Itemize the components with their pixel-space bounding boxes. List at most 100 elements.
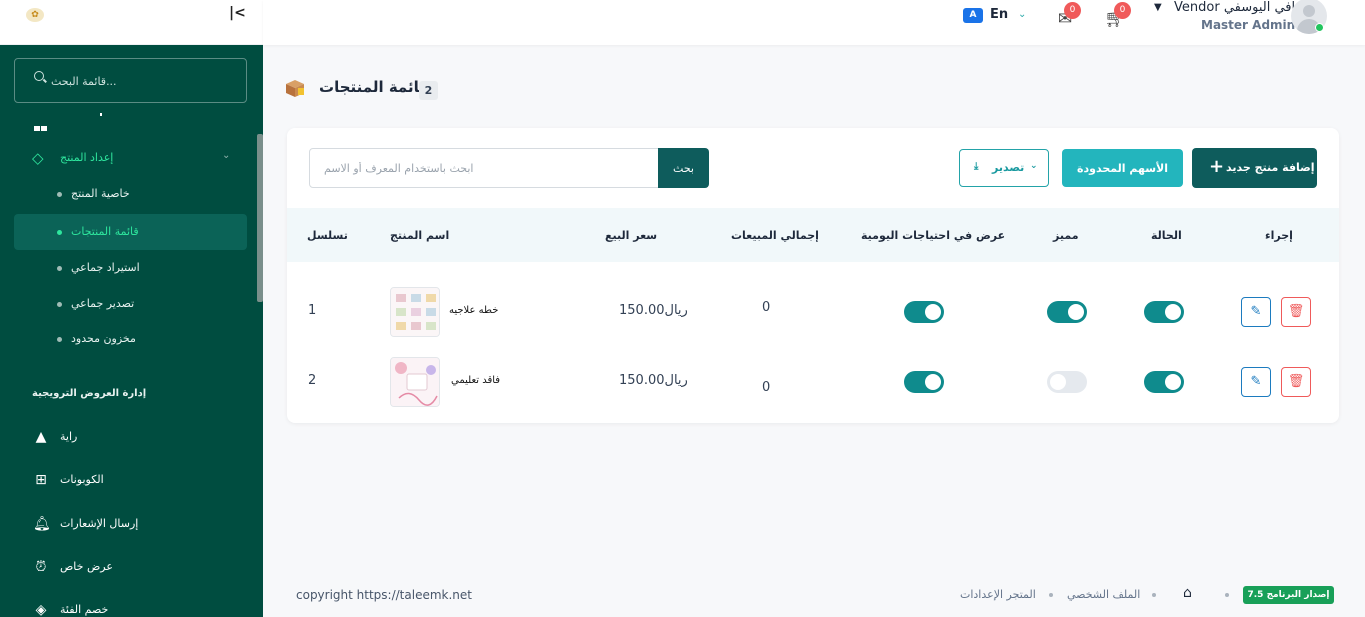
- bullet-icon: [57, 266, 62, 271]
- product-thumbnail[interactable]: [390, 357, 440, 407]
- product-price: 150.00ريال: [619, 373, 688, 388]
- status-toggle[interactable]: [1144, 371, 1184, 393]
- page-title: قائمة المنتجات: [319, 78, 430, 96]
- bullet-icon: [57, 230, 62, 235]
- bullet-icon: [57, 192, 62, 197]
- sidebar-group-product-setup[interactable]: ◇ إعداد المنتج ⌄: [0, 145, 263, 169]
- layers-icon: ◈: [35, 602, 47, 617]
- sidebar-item-label: راية: [60, 430, 78, 443]
- sidebar-item-product-list[interactable]: قائمة المنتجات: [14, 214, 247, 250]
- sidebar-item-label: عرض خاص: [60, 560, 113, 573]
- delete-button[interactable]: 🗑︎: [1281, 297, 1311, 327]
- language-code: En: [990, 7, 1009, 22]
- row-serial: 1: [308, 303, 317, 318]
- bullet-icon: [57, 302, 62, 307]
- dashboard-icon[interactable]: [34, 116, 48, 131]
- sidebar-item-bulk-import[interactable]: استيراد جماعي: [14, 250, 247, 286]
- bullet-icon: [57, 337, 62, 342]
- plus-icon: +: [1209, 156, 1225, 177]
- user-name[interactable]: Vendor وافي اليوسفي: [1174, 0, 1301, 15]
- sidebar-item-bulk-export[interactable]: تصدير جماعي: [14, 286, 247, 322]
- featured-toggle[interactable]: [1047, 371, 1087, 393]
- export-button[interactable]: ⤓ تصدير ⌄: [959, 149, 1049, 187]
- sidebar-item-special-offer[interactable]: ⏰︎ عرض خاص: [0, 552, 263, 582]
- column-header: إجمالي المبيعات: [731, 229, 819, 242]
- gift-icon: ⊞: [35, 472, 47, 488]
- column-header: مميز: [1053, 229, 1079, 242]
- breadcrumb-separator: [1049, 593, 1053, 597]
- product-box-icon: [286, 80, 304, 97]
- messages-button[interactable]: ✉ 0: [1054, 2, 1081, 31]
- column-header: اسم المنتج: [390, 229, 450, 242]
- sidebar-menu: ◇ إعداد المنتج ⌄ خاصية المنتج قائمة المن…: [0, 45, 263, 617]
- trash-icon: 🗑︎: [1287, 374, 1305, 389]
- user-role: Master Admin: [1201, 18, 1296, 32]
- column-header: إجراء: [1265, 229, 1293, 242]
- collapse-left-icon[interactable]: |<: [229, 5, 246, 21]
- sidebar-item-label: خاصية المنتج: [71, 187, 130, 200]
- sidebar-scrollbar[interactable]: [257, 134, 263, 302]
- daily-needs-toggle[interactable]: [904, 371, 944, 393]
- row-serial: 2: [308, 373, 317, 388]
- export-label: تصدير: [992, 161, 1025, 174]
- sidebar-item-label: الكوبونات: [60, 473, 104, 486]
- translate-icon: A: [963, 8, 983, 23]
- caret-down-icon[interactable]: ▼: [1154, 2, 1162, 13]
- sidebar-item-limited-stock[interactable]: مخزون محدود: [14, 321, 247, 357]
- bell-icon: 🔔︎: [33, 516, 51, 532]
- breadcrumb-separator: [1152, 593, 1156, 597]
- sidebar-section-title: إدارة العروض الترويجية: [32, 388, 147, 399]
- sidebar-item-product-attributes[interactable]: خاصية المنتج: [14, 176, 247, 212]
- trash-icon: 🗑︎: [1287, 304, 1305, 319]
- edit-button[interactable]: ✎: [1241, 367, 1271, 397]
- add-product-button[interactable]: + إضافة منتج جديد: [1192, 148, 1317, 188]
- product-sales: 0: [762, 300, 771, 315]
- sidebar-item-label: مخزون محدود: [71, 332, 136, 345]
- home-icon[interactable]: ⌂: [1183, 585, 1192, 601]
- copyright-text[interactable]: copyright https://taleemk.net: [296, 588, 472, 602]
- sidebar-item-label: إرسال الإشعارات: [60, 517, 139, 530]
- sidebar-item-coupons[interactable]: ⊞ الكوبونات: [0, 465, 263, 495]
- sidebar-item-notifications[interactable]: 🔔︎ إرسال الإشعارات: [0, 509, 263, 539]
- status-toggle[interactable]: [1144, 301, 1184, 323]
- edit-button[interactable]: ✎: [1241, 297, 1271, 327]
- breadcrumb-profile[interactable]: الملف الشخصي: [1067, 588, 1140, 601]
- messages-badge: 0: [1064, 2, 1081, 19]
- logo[interactable]: ✿: [26, 8, 44, 22]
- search-button[interactable]: بحث: [658, 148, 709, 188]
- daily-needs-toggle[interactable]: [904, 301, 944, 323]
- breadcrumb-separator: [1225, 593, 1229, 597]
- pencil-icon: ✎: [1250, 304, 1262, 319]
- product-name[interactable]: فاقد تعليمي: [451, 375, 500, 386]
- product-price: 150.00ريال: [619, 303, 688, 318]
- sidebar-item-label: استيراد جماعي: [71, 261, 140, 274]
- pencil-icon: ✎: [1250, 374, 1262, 389]
- cart-button[interactable]: 🛒︎ 0: [1104, 2, 1131, 31]
- product-thumbnail[interactable]: [390, 287, 440, 337]
- sidebar-item-category-discount[interactable]: ◈ خصم الفئة: [0, 595, 263, 617]
- download-icon: ⤓: [974, 161, 979, 172]
- column-header: سعر البيع: [605, 229, 658, 242]
- product-sales: 0: [762, 380, 771, 395]
- product-search: بحث: [309, 148, 709, 188]
- sidebar-search[interactable]: [14, 58, 247, 103]
- product-search-input[interactable]: [309, 148, 659, 188]
- limited-stock-button[interactable]: الأسهم المحدودة: [1062, 149, 1183, 187]
- product-name[interactable]: خطه علاجيه: [449, 305, 498, 316]
- sidebar-item-label: قائمة المنتجات: [71, 225, 139, 238]
- top-header: A En ⌄ ✉ 0 🛒︎ 0 ▼ Vendor وافي اليوسفي Ma…: [263, 0, 1365, 45]
- sidebar-search-input[interactable]: [51, 71, 231, 91]
- sidebar-item-banner[interactable]: ▲ راية: [0, 422, 263, 452]
- image-icon: ▲: [35, 429, 47, 445]
- product-count-badge: 2: [419, 81, 438, 100]
- delete-button[interactable]: 🗑︎: [1281, 367, 1311, 397]
- breadcrumb-settings[interactable]: المتجر الإعدادات: [960, 588, 1036, 601]
- featured-toggle[interactable]: [1047, 301, 1087, 323]
- column-header: الحالة: [1151, 229, 1182, 242]
- diamond-icon: ◇: [32, 149, 44, 167]
- sidebar-item-label: خصم الفئة: [60, 603, 109, 616]
- chevron-down-icon: ⌄: [222, 150, 231, 161]
- chevron-down-icon: ⌄: [1030, 161, 1038, 171]
- search-icon: [34, 71, 44, 81]
- alarm-clock-icon: ⏰︎: [35, 559, 47, 575]
